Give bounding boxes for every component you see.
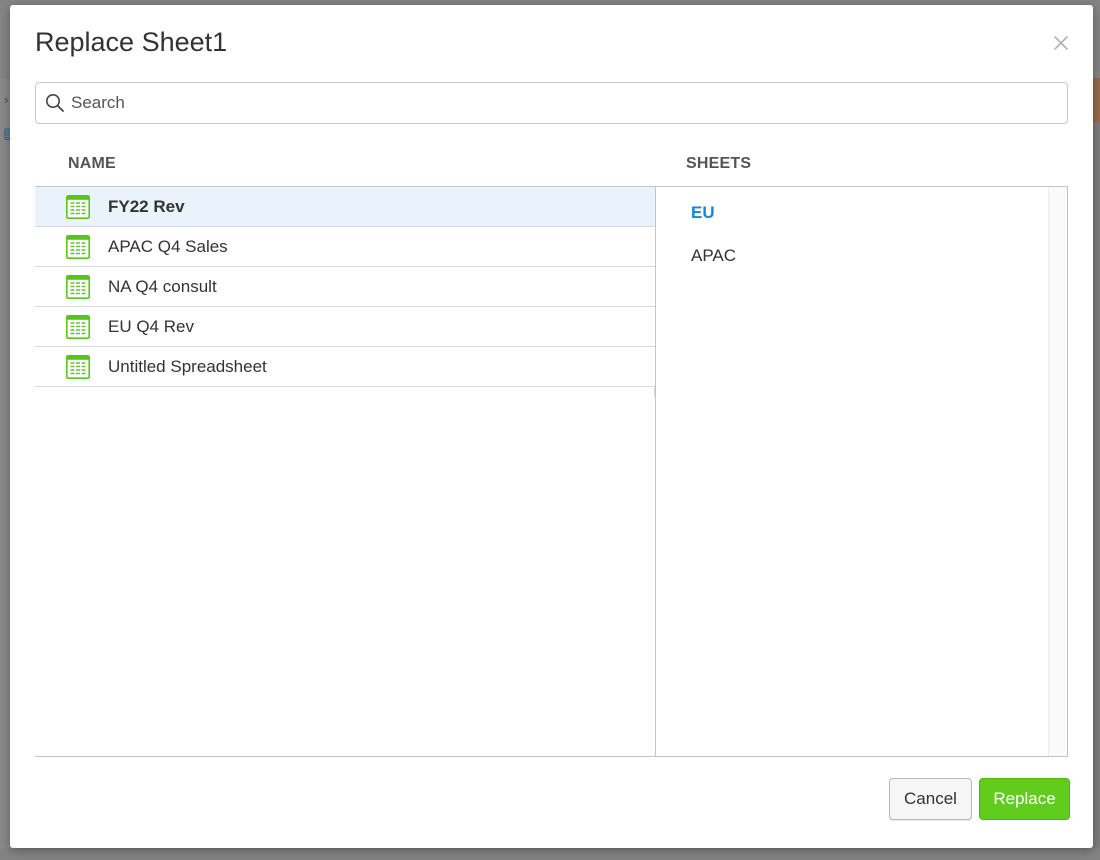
file-list-item[interactable]: APAC Q4 Sales xyxy=(35,227,655,267)
file-list-item-label: Untitled Spreadsheet xyxy=(108,356,267,376)
file-list: FY22 Rev APAC Q4 Sales NA Q4 consult EU Q4 … xyxy=(35,187,655,756)
name-column-header: NAME xyxy=(68,155,116,172)
search-box[interactable] xyxy=(35,82,1068,124)
cancel-button[interactable]: Cancel xyxy=(889,778,972,820)
sheet-list: EU APAC xyxy=(655,187,1068,756)
spreadsheet-icon xyxy=(66,195,90,219)
file-list-item-label: APAC Q4 Sales xyxy=(108,236,228,256)
spreadsheet-icon xyxy=(66,355,90,379)
background-app-footer xyxy=(0,848,1100,860)
file-list-item[interactable]: Untitled Spreadsheet xyxy=(35,347,655,387)
dialog-title: Replace Sheet1 xyxy=(35,27,228,57)
background-chevron-icon: › xyxy=(4,92,9,107)
replace-sheet-dialog: Replace Sheet1 NAME SHEETS FY22 Rev APAC … xyxy=(10,5,1093,848)
replace-button[interactable]: Replace xyxy=(979,778,1070,820)
close-icon xyxy=(1054,36,1068,50)
file-list-item[interactable]: FY22 Rev xyxy=(35,187,655,227)
picker-panel: FY22 Rev APAC Q4 Sales NA Q4 consult EU Q4 … xyxy=(35,186,1068,757)
sheet-list-scrollbar[interactable] xyxy=(1048,187,1067,756)
file-list-item[interactable]: NA Q4 consult xyxy=(35,267,655,307)
spreadsheet-icon xyxy=(66,275,90,299)
search-icon xyxy=(45,93,65,113)
sheet-item-eu[interactable]: EU xyxy=(691,203,715,223)
search-input[interactable] xyxy=(71,84,1067,122)
file-list-item-label: NA Q4 consult xyxy=(108,276,217,296)
spreadsheet-icon xyxy=(66,235,90,259)
sheets-column-header: SHEETS xyxy=(686,155,752,172)
file-list-item[interactable]: EU Q4 Rev xyxy=(35,307,655,347)
file-list-item-label: EU Q4 Rev xyxy=(108,316,194,336)
sheet-item-apac[interactable]: APAC xyxy=(691,246,736,266)
spreadsheet-icon xyxy=(66,315,90,339)
close-button[interactable] xyxy=(1049,31,1073,55)
file-list-item-label: FY22 Rev xyxy=(108,196,185,216)
